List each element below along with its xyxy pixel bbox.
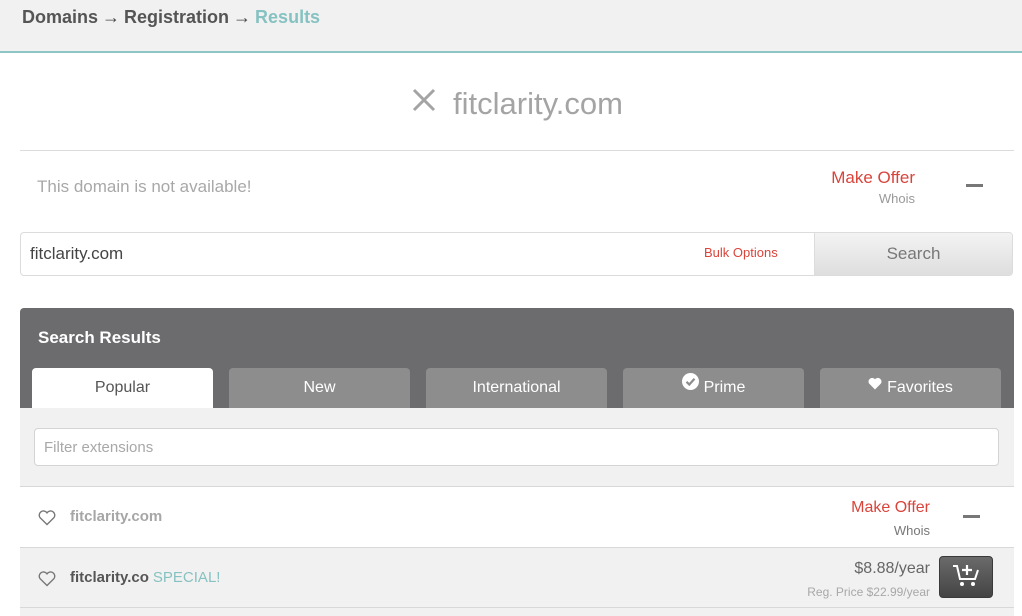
favorite-heart-icon[interactable] [38,510,56,531]
breadcrumb: Domains → Registration → Results [22,7,320,28]
search-button[interactable]: Search [814,233,1012,275]
result-row: fitclarity.com Make Offer Whois [20,486,1014,547]
breadcrumb-domains[interactable]: Domains [22,7,98,27]
domain-heading: fitclarity.com [0,86,1022,124]
top-bar: Domains → Registration → Results [0,0,1022,53]
price: $8.88/year [854,560,930,577]
result-domain-name: fitclarity.co SPECIAL! [70,569,220,586]
tab-favorites[interactable]: Favorites [820,368,1001,408]
results-title: Search Results [38,328,161,347]
tab-label: Popular [94,379,151,396]
availability-status: This domain is not available! [37,177,252,196]
breadcrumb-results: Results [255,7,321,27]
domain-name: fitclarity.com [453,86,623,121]
result-row: fitclarity.co SPECIAL! $8.88/year Reg. Pr… [20,547,1014,608]
heart-icon [868,366,882,405]
close-icon [411,85,437,121]
whois-link[interactable]: Whois [894,523,930,538]
special-badge: SPECIAL! [152,569,221,586]
cart-plus-icon [951,562,981,593]
breadcrumb-registration[interactable]: Registration [124,7,229,27]
breadcrumb-separator: → [102,7,121,27]
regular-price: Reg. Price $22.99/year [807,585,930,599]
make-offer-link[interactable]: Make Offer [831,168,915,188]
result-domain-name: fitclarity.com [70,508,163,525]
search-results-panel: Search Results Popular New International… [20,308,1014,616]
tab-popular[interactable]: Popular [32,368,213,408]
whois-link[interactable]: Whois [879,191,915,206]
domain-search-input[interactable] [21,233,815,275]
bulk-options-link[interactable]: Bulk Options [704,245,778,260]
tab-label: Favorites [887,379,953,396]
favorite-heart-icon[interactable] [38,571,56,592]
add-to-cart-button[interactable] [939,556,993,598]
tab-international[interactable]: International [426,368,607,408]
filter-extensions-input[interactable] [34,428,999,466]
tab-new[interactable]: New [229,368,410,408]
check-circle-icon [681,366,699,405]
availability-row: This domain is not available! Make Offer… [20,151,1014,223]
tab-label: International [472,379,561,396]
results-header: Search Results Popular New International… [20,308,1014,408]
domain-text: fitclarity.co [70,569,149,586]
tab-label: Prime [703,379,746,396]
tab-label: New [303,379,336,396]
collapse-icon[interactable] [963,515,980,518]
make-offer-link[interactable]: Make Offer [851,499,930,517]
tab-prime[interactable]: Prime [623,368,804,408]
breadcrumb-separator: → [233,7,252,27]
domain-search-bar: Bulk Options Search [20,232,1013,276]
collapse-icon[interactable] [966,184,983,187]
